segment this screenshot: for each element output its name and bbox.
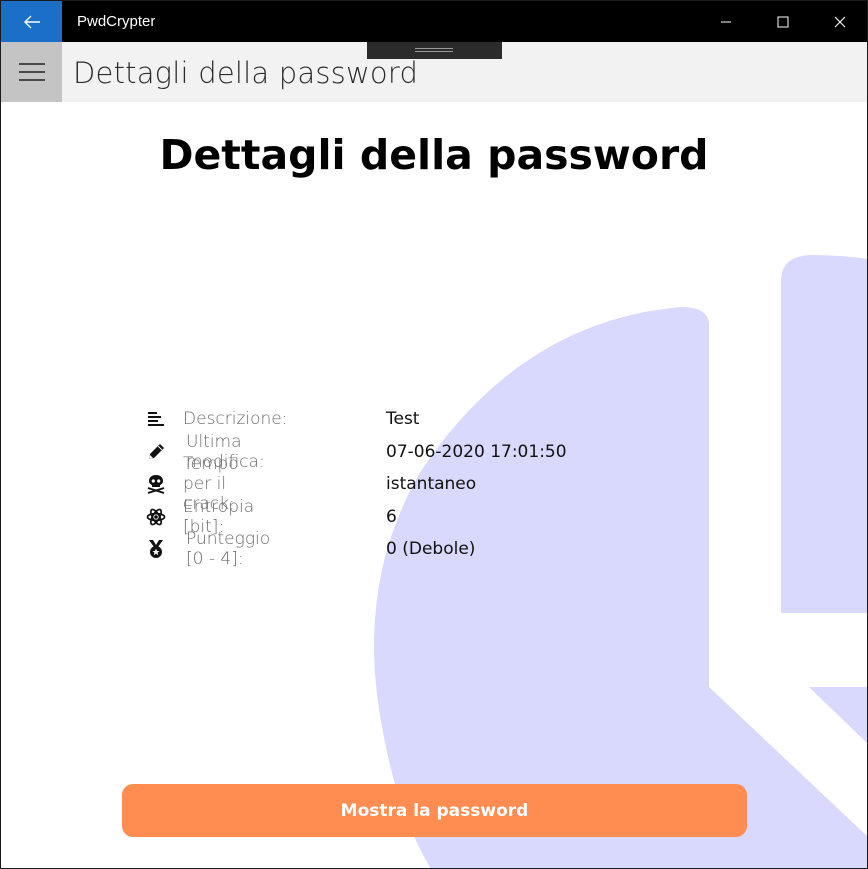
pencil-icon <box>145 441 167 463</box>
detail-label: Punteggio [0 - 4]: <box>186 529 271 570</box>
detail-value: Test <box>386 409 420 430</box>
page-title: Dettagli della password <box>159 131 709 179</box>
back-button[interactable] <box>1 1 62 42</box>
minimize-button[interactable] <box>697 1 754 42</box>
maximize-button[interactable] <box>754 1 811 42</box>
hamburger-icon <box>18 63 45 81</box>
atom-icon <box>145 506 167 528</box>
drag-handle-line <box>415 51 453 52</box>
show-password-button[interactable]: Mostra la password <box>122 784 747 837</box>
maximize-icon <box>777 16 788 27</box>
detail-value: 0 (Debole) <box>386 539 476 560</box>
password-details-list: Descrizione: Test Ultima modifica: 07-06… <box>145 403 567 569</box>
drag-handle[interactable] <box>367 42 502 59</box>
minimize-icon <box>720 21 731 22</box>
detail-value: 07-06-2020 17:01:50 <box>386 441 567 462</box>
description-lines-icon <box>145 408 167 430</box>
detail-row-last-modified: Ultima modifica: 07-06-2020 17:01:50 <box>145 432 567 472</box>
detail-row-score: Punteggio [0 - 4]: 0 (Debole) <box>145 529 475 569</box>
medal-icon <box>145 538 167 560</box>
detail-row-entropy: Entropia [bit]: 6 <box>145 497 397 537</box>
detail-row-description: Descrizione: Test <box>145 403 419 436</box>
title-bar: PwdCrypter <box>1 1 867 42</box>
skull-crossbones-icon <box>145 473 167 495</box>
close-icon <box>834 16 845 27</box>
app-window: PwdCrypter Dettagli della password Detta… <box>0 0 868 869</box>
detail-value: 6 <box>386 506 397 527</box>
hamburger-menu-button[interactable] <box>1 42 62 102</box>
drag-handle-line <box>415 48 453 49</box>
arrow-left-icon <box>23 15 40 28</box>
close-button[interactable] <box>811 1 867 42</box>
detail-label: Descrizione: <box>183 409 288 430</box>
app-title: PwdCrypter <box>77 13 156 30</box>
detail-value: istantaneo <box>386 474 477 495</box>
detail-row-crack-time: Tempo per il crack: istantaneo <box>145 454 476 514</box>
